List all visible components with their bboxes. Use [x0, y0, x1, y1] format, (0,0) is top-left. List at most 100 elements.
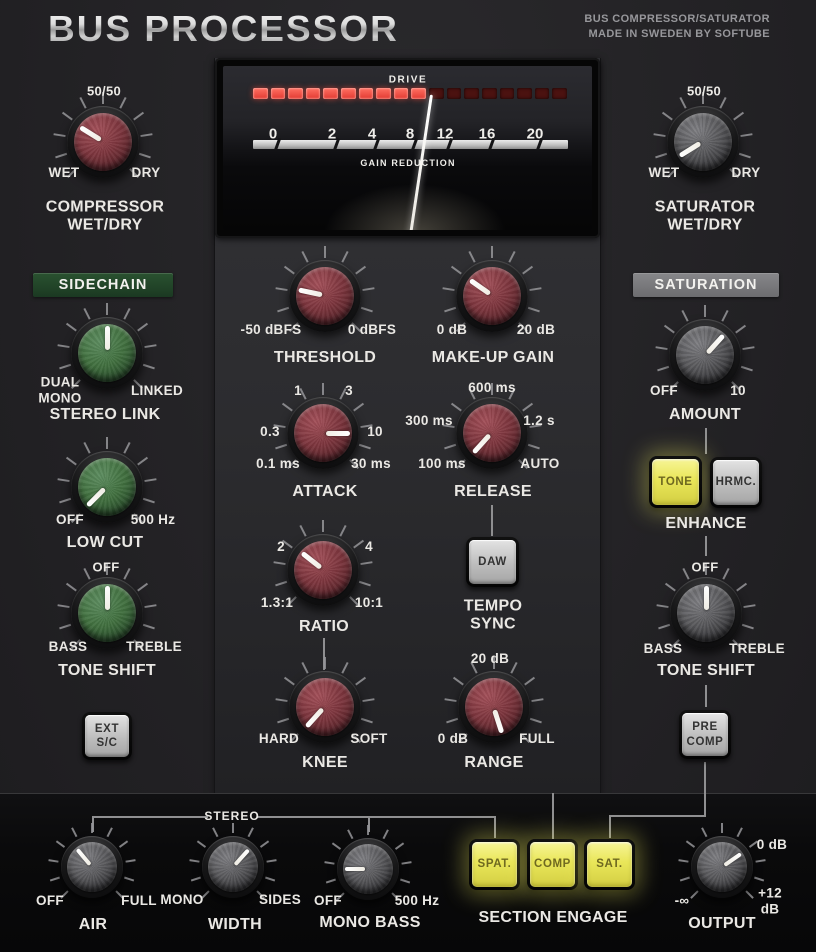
drive-led	[271, 88, 286, 99]
knee-title: KNEE	[302, 754, 348, 772]
knob-tick	[658, 624, 670, 630]
knob-tick	[91, 823, 93, 833]
knob-tick	[733, 112, 744, 121]
comp-wetdry-top-label: 50/50	[87, 85, 121, 100]
ratio-scale-4: 4	[365, 539, 373, 555]
plugin-subtitle-line1: BUS COMPRESSOR/SATURATOR	[584, 13, 770, 25]
sat-engage-line	[609, 815, 611, 838]
knob-tick	[83, 568, 90, 580]
output-title: OUTPUT	[688, 915, 756, 933]
sidechain-banner: SIDECHAIN	[33, 273, 173, 297]
drive-led	[482, 88, 497, 99]
bus-processor-panel: BUS PROCESSOR BUS COMPRESSOR/SATURATOR M…	[0, 0, 816, 952]
drive-led	[447, 88, 462, 99]
width-min-label: MONO	[160, 892, 203, 908]
release-tempo-sync-line	[491, 505, 493, 536]
knob-tick	[83, 308, 90, 320]
plugin-subtitle-line2: MADE IN SWEDEN BY SOFTUBE	[588, 28, 770, 40]
range-title: RANGE	[464, 754, 523, 772]
sat-wetdry-min-label: WET	[649, 165, 680, 181]
attack-min-label: 0.1 ms	[256, 456, 300, 472]
drive-led	[517, 88, 532, 99]
ratio-max-label: 10:1	[355, 595, 383, 611]
sat-wetdry-title: SATURATOR WET/DRY	[655, 199, 755, 236]
release-title: RELEASE	[454, 483, 532, 501]
knob-tick	[739, 153, 751, 159]
knob-tick	[232, 823, 234, 833]
drive-led	[253, 88, 268, 99]
release-scale-12s: 1.2 s	[523, 413, 555, 429]
knob-tick	[681, 310, 688, 322]
low-cut-max-label: 500 Hz	[131, 512, 176, 528]
knob-tick	[143, 624, 155, 630]
ratio-min-label: 1.3:1	[261, 595, 293, 611]
threshold-title: THRESHOLD	[274, 349, 376, 367]
knob-tick	[59, 624, 71, 630]
tone-shift-sat-top-label: OFF	[692, 561, 719, 576]
drive-led	[552, 88, 567, 99]
amount-title: AMOUNT	[669, 406, 741, 424]
engage-compressor-button[interactable]: COMP	[527, 839, 578, 890]
tone-shift-sat-max-label: TREBLE	[729, 641, 785, 657]
drive-led	[359, 88, 374, 99]
knee-min-label: HARD	[259, 731, 299, 747]
tone-shift-sc-min-label: BASS	[49, 639, 88, 655]
knob-tick	[139, 153, 151, 159]
air-min-label: OFF	[36, 893, 64, 909]
tone-shift-sc-top-label: OFF	[93, 561, 120, 576]
knob-tick	[123, 308, 130, 320]
tempo-sync-daw-button[interactable]: DAW	[466, 537, 519, 587]
drive-label: DRIVE	[389, 75, 428, 86]
attack-max-label: 30 ms	[351, 456, 391, 472]
release-top-label: 600 ms	[468, 380, 516, 396]
knob-tick	[736, 583, 747, 592]
drive-led	[464, 88, 479, 99]
makeup-gain-min-label: 0 dB	[437, 322, 467, 338]
mono-bass-max-label: 500 Hz	[395, 893, 440, 909]
tone-shift-sat-title: TONE SHIFT	[657, 662, 755, 680]
amount-enhance-line	[705, 428, 707, 454]
knob-tick	[721, 823, 723, 833]
engage-spatial-button[interactable]: SPAT.	[469, 839, 520, 890]
knob-tick	[143, 498, 155, 504]
knob-tick	[79, 97, 86, 109]
stereo-link-max-label: LINKED	[131, 383, 183, 399]
knob-tick	[682, 568, 689, 580]
knob-tick	[742, 624, 754, 630]
range-top-label: 20 dB	[471, 651, 509, 667]
pre-comp-button[interactable]: PRE COMP	[679, 710, 731, 759]
drive-led	[288, 88, 303, 99]
enhance-harmonics-button[interactable]: HRMC.	[710, 457, 762, 508]
stereo-bracket-line	[93, 816, 208, 818]
comp-wetdry-min-label: WET	[49, 165, 80, 181]
knob-tick	[144, 344, 156, 348]
knob-tick	[57, 344, 69, 348]
knob-tick	[367, 825, 369, 835]
attack-title: ATTACK	[292, 483, 357, 501]
sat-engage-line	[704, 762, 706, 817]
enhance-tone-shift-line	[705, 536, 707, 556]
knob-tick	[66, 583, 77, 592]
ext-sidechain-button[interactable]: EXT S/C	[82, 712, 132, 760]
attack-scale-3: 3	[345, 383, 353, 399]
knob-tick	[721, 310, 728, 322]
knob-tick	[656, 604, 668, 608]
knob-tick	[106, 303, 108, 315]
low-cut-min-label: OFF	[56, 512, 84, 528]
enhance-tone-button[interactable]: TONE	[649, 456, 702, 508]
knob-tick	[322, 520, 324, 532]
knob-tick	[665, 583, 676, 592]
knob-tick	[59, 498, 71, 504]
threshold-min-label: -50 dBFS	[241, 322, 302, 338]
knob-tick	[655, 153, 667, 159]
sat-wetdry-top-label: 50/50	[687, 85, 721, 100]
engage-saturator-button[interactable]: SAT.	[584, 839, 635, 890]
knob-tick	[53, 133, 65, 137]
amount-min-label: OFF	[650, 383, 678, 399]
threshold-max-label: 0 dBFS	[348, 322, 396, 338]
knob-tick	[662, 112, 673, 121]
knob-tick	[742, 346, 754, 350]
width-max-label: SIDES	[259, 892, 301, 908]
stereo-bracket-line	[257, 816, 496, 818]
makeup-gain-max-label: 20 dB	[517, 322, 555, 338]
